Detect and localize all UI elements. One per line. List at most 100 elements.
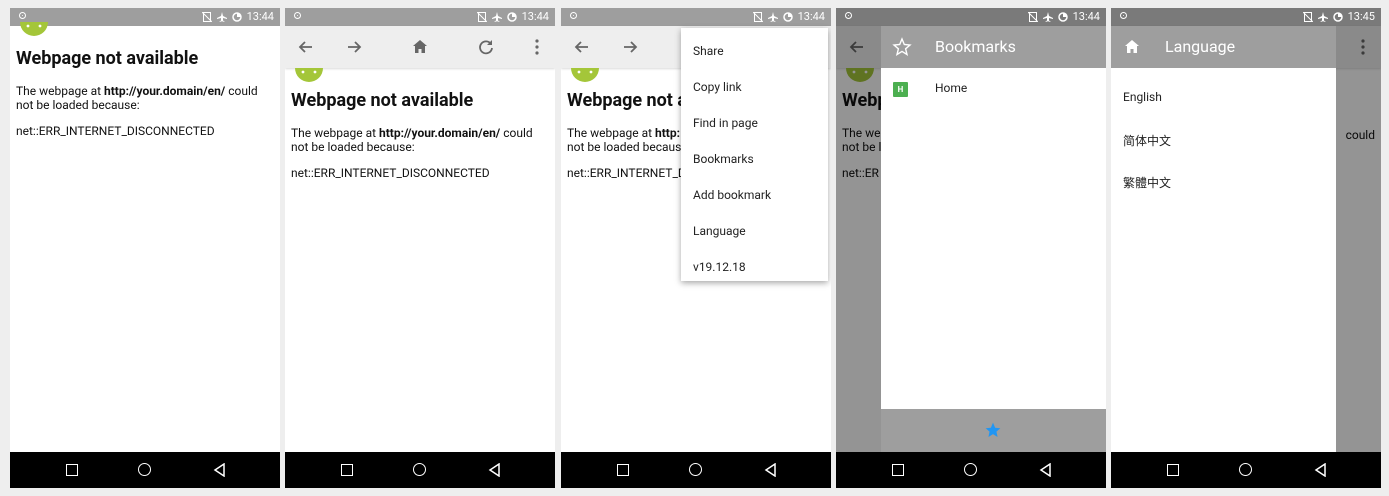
recents-button[interactable] <box>340 463 354 477</box>
menu-item-share[interactable]: Share <box>681 36 828 72</box>
error-text-line2: not be loaded becaus <box>567 140 682 154</box>
language-item-traditional-chinese[interactable]: 繁體中文 <box>1123 174 1171 191</box>
data-saver-icon <box>1057 12 1068 22</box>
bookmarks-drawer: Bookmarks H Home <box>881 26 1106 452</box>
status-bar: 13:44 <box>836 8 1106 26</box>
home-icon[interactable] <box>1121 36 1143 58</box>
add-bookmark-star-icon[interactable] <box>984 421 1002 439</box>
bookmark-item-home[interactable]: H Home <box>881 78 1106 108</box>
error-text-prefix: The webpage at <box>291 126 380 140</box>
data-saver-icon <box>231 12 242 22</box>
notification-dot-icon <box>1120 12 1127 19</box>
reload-icon[interactable] <box>475 36 497 58</box>
status-bar: 13:44 <box>285 8 555 26</box>
back-nav-button[interactable] <box>488 463 502 477</box>
recents-button[interactable] <box>65 463 79 477</box>
back-arrow-icon[interactable] <box>571 36 593 58</box>
airplane-icon <box>491 12 502 22</box>
menu-item-find-in-page[interactable]: Find in page <box>681 108 828 144</box>
status-time: 13:45 <box>1347 10 1375 23</box>
error-title: Webpage not available <box>291 90 474 111</box>
error-url: http://your.domain/en/ <box>379 126 501 140</box>
menu-item-bookmarks[interactable]: Bookmarks <box>681 144 828 180</box>
status-bar: 13:44 <box>561 8 831 26</box>
phone-screen-4: 13:44 Webp The wenot be l net::ER Bookma… <box>836 8 1106 488</box>
system-nav-bar <box>285 452 555 488</box>
phone-screen-1: 13:44 Webpage not available The webpage … <box>10 8 280 488</box>
back-nav-button[interactable] <box>1039 463 1053 477</box>
bookmark-label: Home <box>935 81 968 95</box>
status-time: 13:44 <box>1072 10 1100 23</box>
error-code: net::ERR_INTERNET_D <box>567 166 685 180</box>
recents-button[interactable] <box>891 463 905 477</box>
android-logo-icon <box>20 22 48 36</box>
airplane-icon <box>1042 12 1053 22</box>
home-icon[interactable] <box>409 36 431 58</box>
status-time: 13:44 <box>797 10 825 23</box>
android-logo-icon <box>571 68 599 82</box>
status-time: 13:44 <box>521 10 549 23</box>
status-time: 13:44 <box>246 10 274 23</box>
phone-screen-3: 13:44 Webpage not a The webpage at http:… <box>561 8 831 488</box>
system-nav-bar <box>10 452 280 488</box>
notification-dot-icon <box>570 12 577 19</box>
recents-button[interactable] <box>1166 463 1180 477</box>
notification-dot-icon <box>19 12 26 19</box>
back-nav-button[interactable] <box>764 463 778 477</box>
phone-screen-2: 13:44 Webpage not available The webpage … <box>285 8 555 488</box>
error-description: The webpage at http://your.domain/en/ co… <box>291 126 549 154</box>
home-nav-button[interactable] <box>138 463 152 477</box>
language-header: Language <box>1111 26 1336 68</box>
menu-item-copy-link[interactable]: Copy link <box>681 72 828 108</box>
data-saver-icon <box>782 12 793 22</box>
forward-arrow-icon[interactable] <box>619 36 641 58</box>
menu-item-add-bookmark[interactable]: Add bookmark <box>681 180 828 216</box>
error-url: http://your.domain/en/ <box>104 84 226 98</box>
overflow-menu: Share Copy link Find in page Bookmarks A… <box>681 28 828 281</box>
system-nav-bar <box>836 452 1106 488</box>
bookmarks-title: Bookmarks <box>935 37 1016 56</box>
language-item-simplified-chinese[interactable]: 简体中文 <box>1123 132 1171 149</box>
data-saver-icon <box>506 12 517 22</box>
error-url: http: <box>655 126 680 140</box>
error-text-prefix: The webpage at <box>567 126 656 140</box>
android-logo-icon <box>295 68 323 82</box>
no-sim-icon <box>1027 12 1038 22</box>
forward-arrow-icon[interactable] <box>343 36 365 58</box>
bookmarks-header: Bookmarks <box>881 26 1106 68</box>
language-title: Language <box>1165 37 1236 56</box>
status-bar: 13:45 <box>1111 8 1381 26</box>
error-code: net::ERR_INTERNET_DISCONNECTED <box>291 166 490 180</box>
system-nav-bar <box>1111 452 1381 488</box>
star-outline-icon[interactable] <box>891 36 913 58</box>
bookmarks-footer <box>881 409 1106 452</box>
back-nav-button[interactable] <box>1314 463 1328 477</box>
airplane-icon <box>767 12 778 22</box>
menu-item-version[interactable]: v19.12.18 <box>681 252 828 288</box>
error-title: Webpage not a <box>567 90 685 111</box>
language-item-english[interactable]: English <box>1123 90 1162 104</box>
language-drawer: Language English 简体中文 繁體中文 <box>1111 26 1336 452</box>
error-description: The webpage at http: not be loaded becaus <box>567 126 685 154</box>
home-nav-button[interactable] <box>689 463 703 477</box>
home-nav-button[interactable] <box>964 463 978 477</box>
menu-item-language[interactable]: Language <box>681 216 828 252</box>
browser-toolbar <box>285 26 555 68</box>
system-nav-bar <box>561 452 831 488</box>
recents-button[interactable] <box>616 463 630 477</box>
home-nav-button[interactable] <box>413 463 427 477</box>
home-nav-button[interactable] <box>1239 463 1253 477</box>
airplane-icon <box>216 12 227 22</box>
error-title: Webpage not available <box>16 48 199 69</box>
phone-screen-5: 13:45 could Language English 简体中文 繁體中文 <box>1111 8 1381 488</box>
data-saver-icon <box>1332 12 1343 22</box>
back-nav-button[interactable] <box>213 463 227 477</box>
notification-dot-icon <box>294 12 301 19</box>
no-sim-icon <box>201 12 212 22</box>
back-arrow-icon[interactable] <box>295 36 317 58</box>
more-vert-icon[interactable] <box>526 36 548 58</box>
no-sim-icon <box>752 12 763 22</box>
no-sim-icon <box>476 12 487 22</box>
error-text-prefix: The webpage at <box>16 84 105 98</box>
notification-dot-icon <box>845 12 852 19</box>
